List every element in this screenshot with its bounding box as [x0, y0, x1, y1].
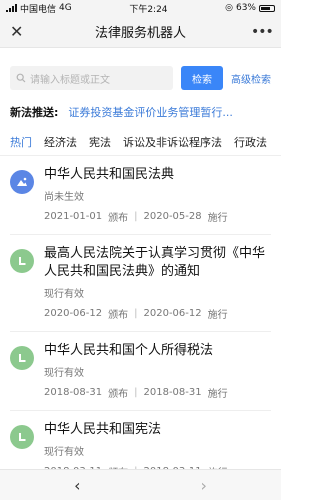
carrier-text: 中国电信	[20, 4, 57, 15]
search-placeholder: 请输入标题或正文	[30, 74, 110, 86]
item-title: 最高人民法院关于认真学习贯彻《中华人民共和国民法典》的通知	[44, 246, 266, 279]
search-row: 请输入标题或正文 检索 高级检索	[0, 66, 281, 90]
item-status: 现行有效	[44, 368, 84, 379]
search-button[interactable]: 检索	[181, 66, 223, 90]
network-text: 4G	[59, 3, 72, 13]
status-right: ◎ 63%	[225, 3, 275, 13]
publish-date: 2018-08-31	[44, 387, 103, 398]
alarm-icon: ◎	[225, 3, 233, 13]
status-time: 下午2:24	[129, 4, 168, 15]
effective-date: 2020-06-12	[143, 308, 202, 319]
back-icon[interactable]: ‹	[74, 476, 80, 495]
divider: |	[134, 308, 138, 319]
new-law-label: 新法推送:	[10, 106, 59, 119]
clock-icon	[10, 346, 34, 370]
new-law-push: 新法推送: 证券投资基金评价业务管理暂行...	[0, 104, 281, 120]
new-law-link[interactable]: 证券投资基金评价业务管理暂行...	[68, 104, 233, 120]
clock-icon	[10, 249, 34, 273]
publish-label: 颁布	[108, 213, 129, 224]
item-title: 中华人民共和国宪法	[44, 422, 162, 437]
search-input[interactable]: 请输入标题或正文	[10, 66, 173, 90]
item-dates: 2020-06-12 颁布 | 2020-06-12 施行	[44, 306, 271, 321]
effective-label: 施行	[207, 310, 228, 321]
navbar: ✕ 法律服务机器人 •••	[0, 16, 281, 48]
item-status: 现行有效	[44, 289, 84, 300]
tab-constitution[interactable]: 宪法	[89, 134, 111, 155]
category-tabs: 热门 经济法 宪法 诉讼及非诉讼程序法 行政法	[0, 134, 281, 156]
tab-litigation[interactable]: 诉讼及非诉讼程序法	[123, 134, 222, 155]
page-title: 法律服务机器人	[94, 26, 186, 41]
status-left: 中国电信 4G	[6, 2, 72, 15]
item-status: 现行有效	[44, 447, 84, 458]
clock-icon	[10, 425, 34, 449]
effective-date: 2020-05-28	[143, 211, 202, 222]
close-icon[interactable]: ✕	[10, 22, 30, 41]
more-icon[interactable]: •••	[251, 24, 274, 40]
law-list: 中华人民共和国民法典 尚未生效 2021-01-01 颁布 | 2020-05-…	[0, 156, 281, 490]
forward-icon[interactable]: ›	[201, 476, 207, 495]
tab-administrative-law[interactable]: 行政法	[234, 134, 267, 155]
person-icon	[10, 170, 34, 194]
item-dates: 2021-01-01 颁布 | 2020-05-28 施行	[44, 209, 271, 224]
effective-label: 施行	[207, 213, 228, 224]
list-item[interactable]: 最高人民法院关于认真学习贯彻《中华人民共和国民法典》的通知 现行有效 2020-…	[10, 235, 271, 332]
item-title: 中华人民共和国民法典	[44, 167, 175, 182]
advanced-search-link[interactable]: 高级检索	[231, 71, 271, 86]
item-dates: 2018-08-31 颁布 | 2018-08-31 施行	[44, 385, 271, 400]
publish-date: 2020-06-12	[44, 308, 103, 319]
battery-icon	[259, 4, 275, 12]
list-item[interactable]: 中华人民共和国个人所得税法 现行有效 2018-08-31 颁布 | 2018-…	[10, 332, 271, 411]
divider: |	[134, 387, 138, 398]
tab-hot[interactable]: 热门	[10, 134, 32, 155]
item-status: 尚未生效	[44, 192, 84, 203]
item-title: 中华人民共和国个人所得税法	[44, 343, 214, 358]
effective-label: 施行	[207, 389, 228, 400]
list-item[interactable]: 中华人民共和国民法典 尚未生效 2021-01-01 颁布 | 2020-05-…	[10, 156, 271, 235]
publish-label: 颁布	[108, 310, 129, 321]
battery-percent: 63%	[235, 3, 256, 13]
status-bar: 中国电信 4G 下午2:24 ◎ 63%	[0, 0, 281, 16]
divider: |	[134, 211, 138, 222]
bottom-toolbar: ‹ ›	[0, 469, 281, 500]
tab-economic-law[interactable]: 经济法	[44, 134, 77, 155]
effective-date: 2018-08-31	[143, 387, 202, 398]
publish-label: 颁布	[108, 389, 129, 400]
signal-icon	[6, 4, 17, 12]
publish-date: 2021-01-01	[44, 211, 103, 222]
search-icon	[16, 73, 26, 83]
